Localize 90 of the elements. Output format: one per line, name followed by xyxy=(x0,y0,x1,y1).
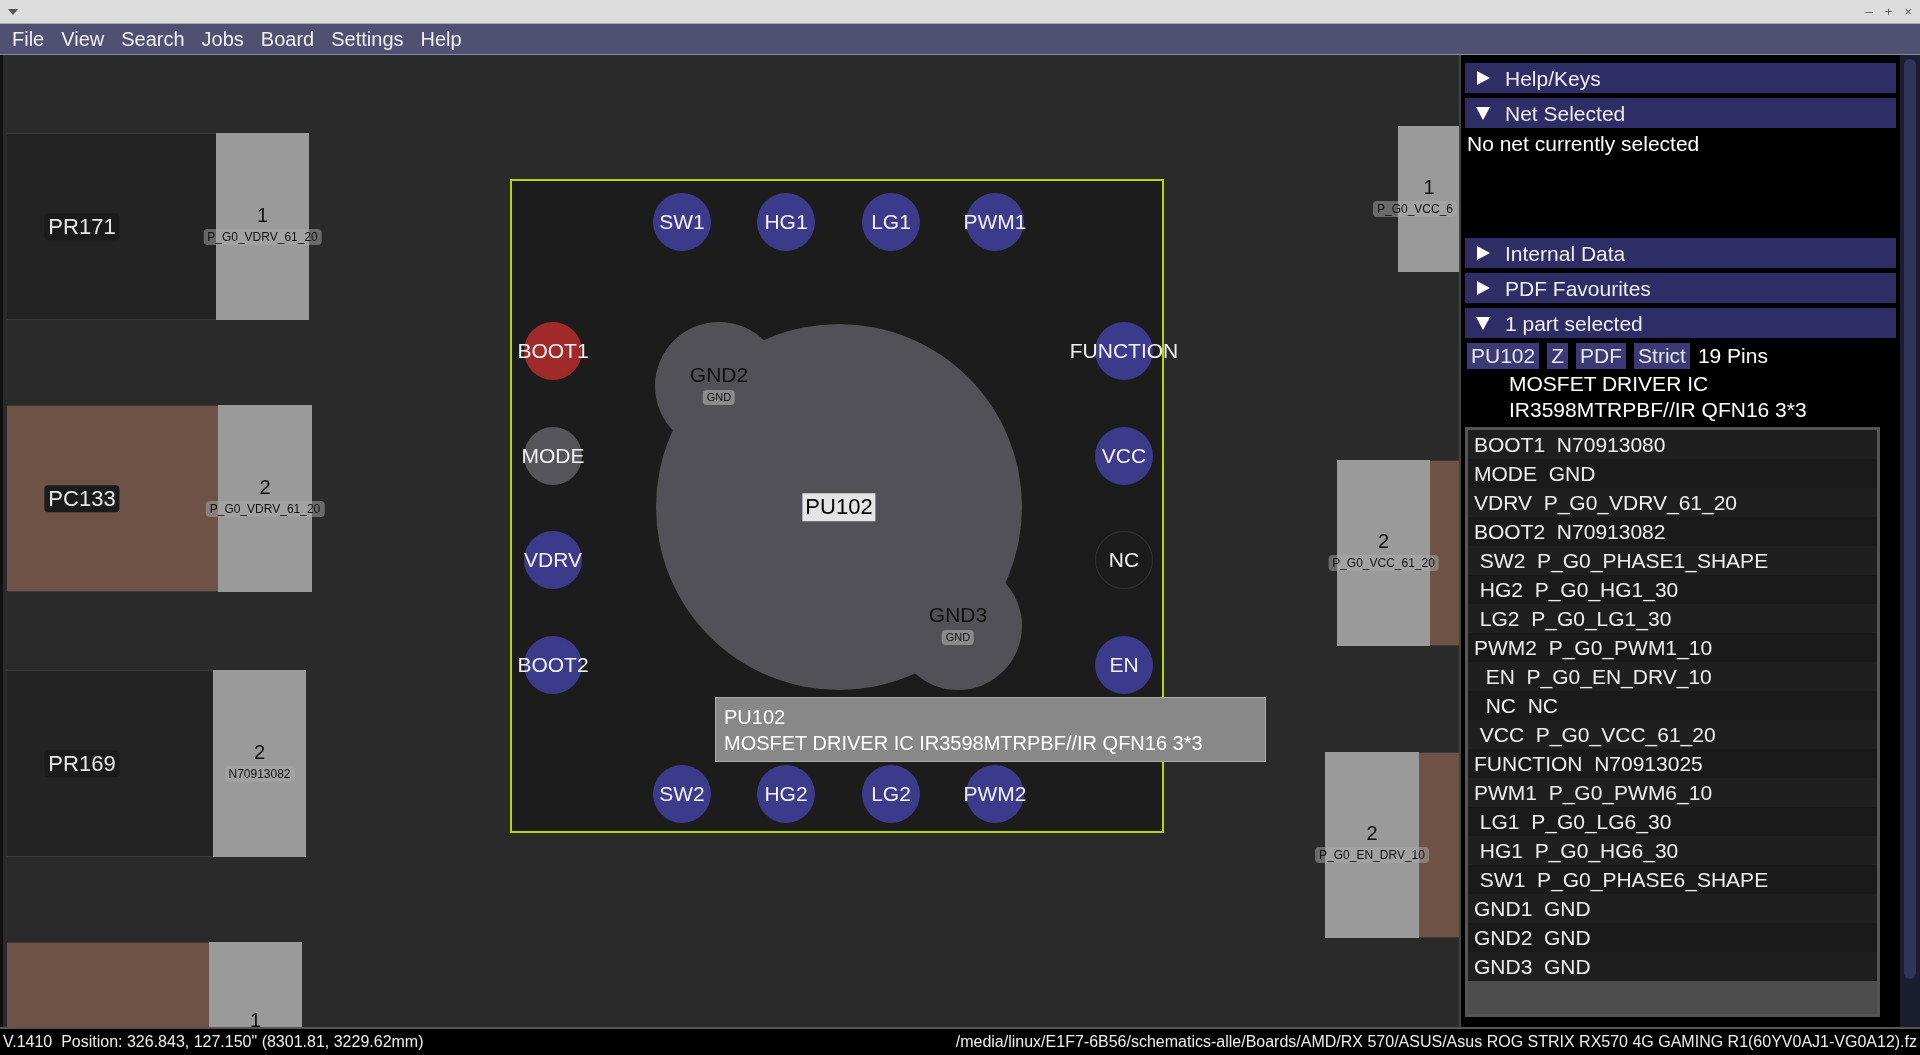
pin-list-row[interactable]: PWM2 P_G0_PWM1_10 xyxy=(1468,633,1877,662)
pin[interactable] xyxy=(653,193,711,251)
pin-list-row[interactable]: LG1 P_G0_LG6_30 xyxy=(1468,807,1877,836)
section-header[interactable]: Help/Keys xyxy=(1465,63,1896,93)
status-file-path: /media/linux/E1F7-6B56/schematics-alle/Boards/AMD/RX 570/ASUS/Asus ROG STRIX RX570 4G GAMING R1(60YV0AJ1-VG0A12).fz xyxy=(955,1034,1917,1050)
section-header[interactable]: 1 part selected xyxy=(1465,308,1896,338)
pin[interactable] xyxy=(524,531,582,589)
component-ref-label: PR171 xyxy=(44,212,120,241)
section-header[interactable]: Internal Data xyxy=(1465,238,1896,268)
pin-list-row[interactable]: SW2 P_G0_PHASE1_SHAPE xyxy=(1468,546,1877,575)
component-ref-label: PR169 xyxy=(44,749,120,778)
pin-list-row[interactable]: VCC P_G0_VCC_61_20 xyxy=(1468,720,1877,749)
window-control[interactable]: + xyxy=(1884,5,1893,18)
part-action-button[interactable]: Strict xyxy=(1634,343,1690,369)
pad-number: 1 xyxy=(249,1010,262,1027)
pad-net-label: P_G0_EN_DRV_10 xyxy=(1315,847,1429,863)
pin[interactable] xyxy=(862,765,920,823)
pin-list-row[interactable]: NC NC xyxy=(1468,691,1877,720)
pin-list-row[interactable]: PWM1 P_G0_PWM6_10 xyxy=(1468,778,1877,807)
part-action-button[interactable]: Z xyxy=(1547,343,1569,369)
status-position: V.1410 Position: 326.843, 127.150" (8301.81, 3229.62mm) xyxy=(3,1034,424,1050)
pad-number: 1 xyxy=(1423,177,1435,197)
ground-pad-label: GND2 xyxy=(689,364,749,385)
pin-list-row[interactable]: HG2 P_G0_HG1_30 xyxy=(1468,575,1877,604)
pin[interactable] xyxy=(757,765,815,823)
pad-number: 2 xyxy=(253,741,266,762)
pin-label: VDRV xyxy=(524,549,582,570)
part-action-button[interactable]: PDF xyxy=(1576,343,1627,369)
pin-list-row[interactable]: GND3 GND xyxy=(1468,952,1877,981)
ground-net-tag: GND xyxy=(702,390,736,405)
tooltip-line: PU102 xyxy=(724,705,787,730)
pin-label: LG2 xyxy=(871,783,911,804)
pin-label: NC xyxy=(1108,549,1140,570)
pin-list-row[interactable]: BOOT1 N70913080 xyxy=(1468,430,1877,459)
menu-item[interactable]: File xyxy=(12,29,45,49)
pin-list-row[interactable]: EN P_G0_EN_DRV_10 xyxy=(1468,662,1877,691)
part-action-button[interactable]: PU102 xyxy=(1467,343,1540,369)
pad-net-label: P_G0_VDRV_61_20 xyxy=(203,228,322,245)
window-control[interactable]: – xyxy=(1865,5,1873,18)
pad-net-label: N70913082 xyxy=(224,765,295,782)
pin-list-row[interactable]: LG2 P_G0_LG1_30 xyxy=(1468,604,1877,633)
pad-net-label: P_G0_VDRV_61_20 xyxy=(205,500,325,517)
menu-item[interactable]: Search xyxy=(121,29,185,49)
menu-item[interactable]: Board xyxy=(260,29,315,49)
pin-label: HG2 xyxy=(764,783,808,804)
pin-label: HG1 xyxy=(764,211,808,232)
window-control[interactable]: × xyxy=(1904,5,1912,18)
component-ref-label: PC133 xyxy=(44,484,120,513)
section-header[interactable]: Net Selected xyxy=(1465,98,1896,128)
pin-list-row[interactable]: FUNCTION N70913025 xyxy=(1468,749,1877,778)
pin[interactable] xyxy=(1095,636,1153,694)
pad-net-label: P_G0_VCC_61_20 xyxy=(1328,555,1439,571)
scrollbar[interactable] xyxy=(1900,55,1920,1027)
pad-number: 2 xyxy=(259,476,271,497)
pin-label: EN xyxy=(1109,654,1139,675)
tooltip-line: MOSFET DRIVER IC IR3598MTRPBF//IR QFN16 3*3 xyxy=(724,731,1204,756)
pin-label: SW1 xyxy=(659,211,705,232)
pin[interactable] xyxy=(653,765,711,823)
pin[interactable] xyxy=(1095,427,1153,485)
pin[interactable] xyxy=(757,193,815,251)
pin-list-row[interactable]: SW1 P_G0_PHASE6_SHAPE xyxy=(1468,865,1877,894)
section-header[interactable]: PDF Favourites xyxy=(1465,273,1896,303)
pad-number: 2 xyxy=(1366,823,1378,843)
scrollbar-thumb[interactable] xyxy=(1904,59,1916,979)
menu-item[interactable]: Help xyxy=(420,29,462,49)
component-ref-label: PU102 xyxy=(802,493,876,521)
ground-pad-label: GND3 xyxy=(928,604,988,625)
pad-number: 2 xyxy=(1377,531,1390,551)
pin[interactable] xyxy=(862,193,920,251)
pin-list-row[interactable]: MODE GND xyxy=(1468,459,1877,488)
pin-label: VCC xyxy=(1101,445,1147,466)
pin-list-row[interactable]: VDRV P_G0_VDRV_61_20 xyxy=(1468,488,1877,517)
menu-item[interactable]: View xyxy=(61,29,105,49)
pin-list-row[interactable]: GND1 GND xyxy=(1468,894,1877,923)
part-description: MOSFET DRIVER IC xyxy=(1509,371,1710,397)
pin-list-row[interactable]: BOOT2 N70913082 xyxy=(1468,517,1877,546)
menu-item[interactable]: Jobs xyxy=(201,29,244,49)
pad-net-label: P_G0_VCC_6 xyxy=(1373,201,1457,217)
pin-list-row[interactable]: GND2 GND xyxy=(1468,923,1877,952)
pad-number: 1 xyxy=(256,204,269,225)
net-status-text: No net currently selected xyxy=(1467,131,1701,157)
dropdown-caret-icon[interactable] xyxy=(8,8,18,15)
pin-list-row[interactable]: HG1 P_G0_HG6_30 xyxy=(1468,836,1877,865)
pin-count: 19 Pins xyxy=(1697,343,1768,369)
ground-net-tag: GND xyxy=(941,630,975,645)
pin-label: SW2 xyxy=(659,783,705,804)
pin-label: MODE xyxy=(521,445,585,466)
part-description: IR3598MTRPBF//IR QFN16 3*3 xyxy=(1509,397,1808,423)
menu-item[interactable]: Settings xyxy=(331,29,404,49)
pin-label: LG1 xyxy=(871,211,911,232)
